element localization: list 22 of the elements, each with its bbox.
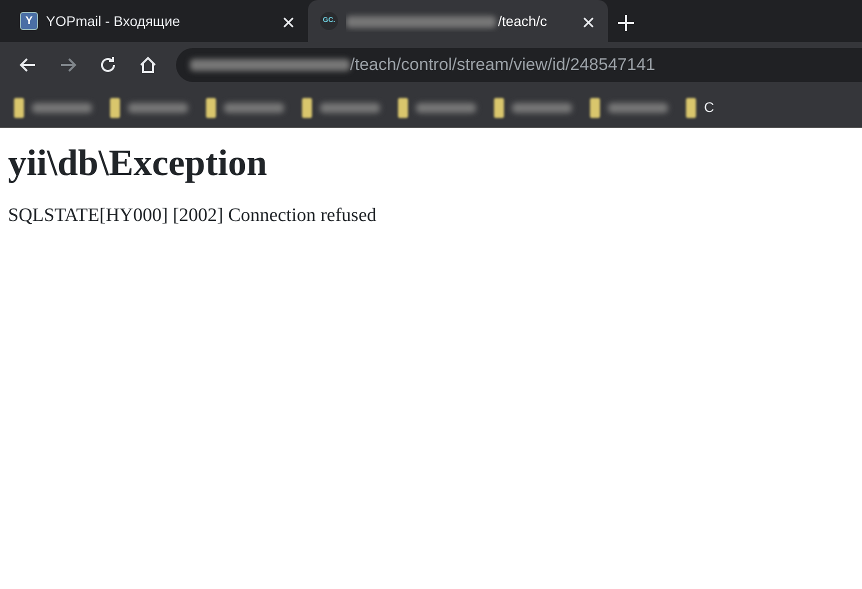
folder-icon (494, 98, 504, 118)
plus-icon (618, 15, 634, 32)
error-message: SQLSTATE[HY000] [2002] Connection refused (8, 204, 378, 228)
folder-icon (302, 98, 312, 118)
tab-title: YOPmail - Входящие (46, 12, 182, 31)
close-icon (283, 16, 294, 28)
folder-icon (206, 98, 216, 118)
home-icon (138, 54, 158, 75)
tab-title: /teach/c (346, 10, 573, 32)
url-text: /teach/control/stream/view/id/248547141 (350, 54, 656, 76)
tab-favicon-icon: Y (20, 12, 38, 30)
folder-icon (590, 98, 600, 118)
folder-icon (686, 98, 696, 118)
folder-icon (110, 98, 120, 118)
close-icon (583, 16, 594, 28)
bookmark-item[interactable]: C (682, 97, 728, 118)
error-heading: yii\db\Exception (8, 142, 268, 186)
reload-icon (98, 54, 118, 75)
folder-icon (398, 98, 408, 118)
address-field[interactable]: /teach/control/stream/view/id/248547141 (176, 48, 862, 82)
folder-icon (14, 98, 24, 118)
browser-tab[interactable]: Y YOPmail - Входящие (8, 0, 308, 42)
